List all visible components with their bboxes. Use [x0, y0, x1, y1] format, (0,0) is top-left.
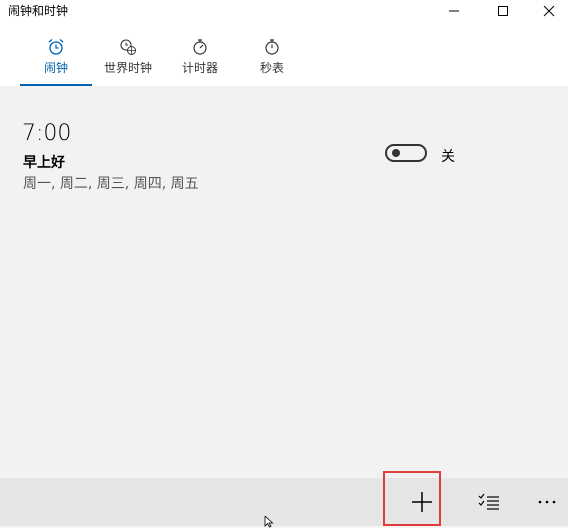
- tab-timer-label: 计时器: [181, 61, 218, 75]
- toggle-knob: [392, 149, 400, 157]
- timer-icon: [193, 39, 207, 55]
- tab-alarm[interactable]: 闹钟: [20, 38, 92, 86]
- bottom-command-bar: [0, 478, 568, 526]
- mouse-pointer-icon: [264, 516, 274, 528]
- select-alarms-icon: [478, 493, 499, 510]
- maximize-icon: [498, 6, 508, 16]
- tab-alarm-label: 闹钟: [43, 61, 68, 75]
- tab-stopwatch-label: 秒表: [259, 61, 284, 75]
- active-tab-indicator: [20, 84, 92, 86]
- minimize-button[interactable]: [431, 0, 477, 22]
- alarm-clock-icon: [48, 39, 64, 55]
- close-button[interactable]: [526, 0, 568, 22]
- minimize-icon: [449, 10, 459, 12]
- stopwatch-icon: [265, 39, 279, 55]
- alarm-toggle-state: 关: [441, 149, 455, 165]
- tab-world-clock-label: 世界时钟: [103, 61, 152, 75]
- tab-stopwatch[interactable]: 秒表: [254, 38, 290, 86]
- tab-timer[interactable]: 计时器: [178, 38, 222, 86]
- alarm-time: 7:00: [22, 121, 72, 146]
- select-alarms-button[interactable]: [469, 478, 509, 526]
- more-options-button[interactable]: [527, 478, 567, 526]
- tab-world-clock[interactable]: 世界时钟: [100, 38, 156, 86]
- more-icon: [538, 500, 556, 504]
- close-icon: [543, 5, 555, 17]
- app-title: 闹钟和时钟: [8, 4, 69, 18]
- alarm-name: 早上好: [23, 155, 65, 171]
- highlight-box: [383, 471, 441, 526]
- world-clock-icon: [120, 39, 136, 55]
- maximize-button[interactable]: [480, 0, 526, 22]
- title-bar: 闹钟和时钟 闹钟 世界时钟 计时器 秒表: [0, 0, 568, 86]
- alarm-days: 周一, 周二, 周三, 周四, 周五: [23, 176, 199, 192]
- alarm-toggle[interactable]: [385, 144, 427, 162]
